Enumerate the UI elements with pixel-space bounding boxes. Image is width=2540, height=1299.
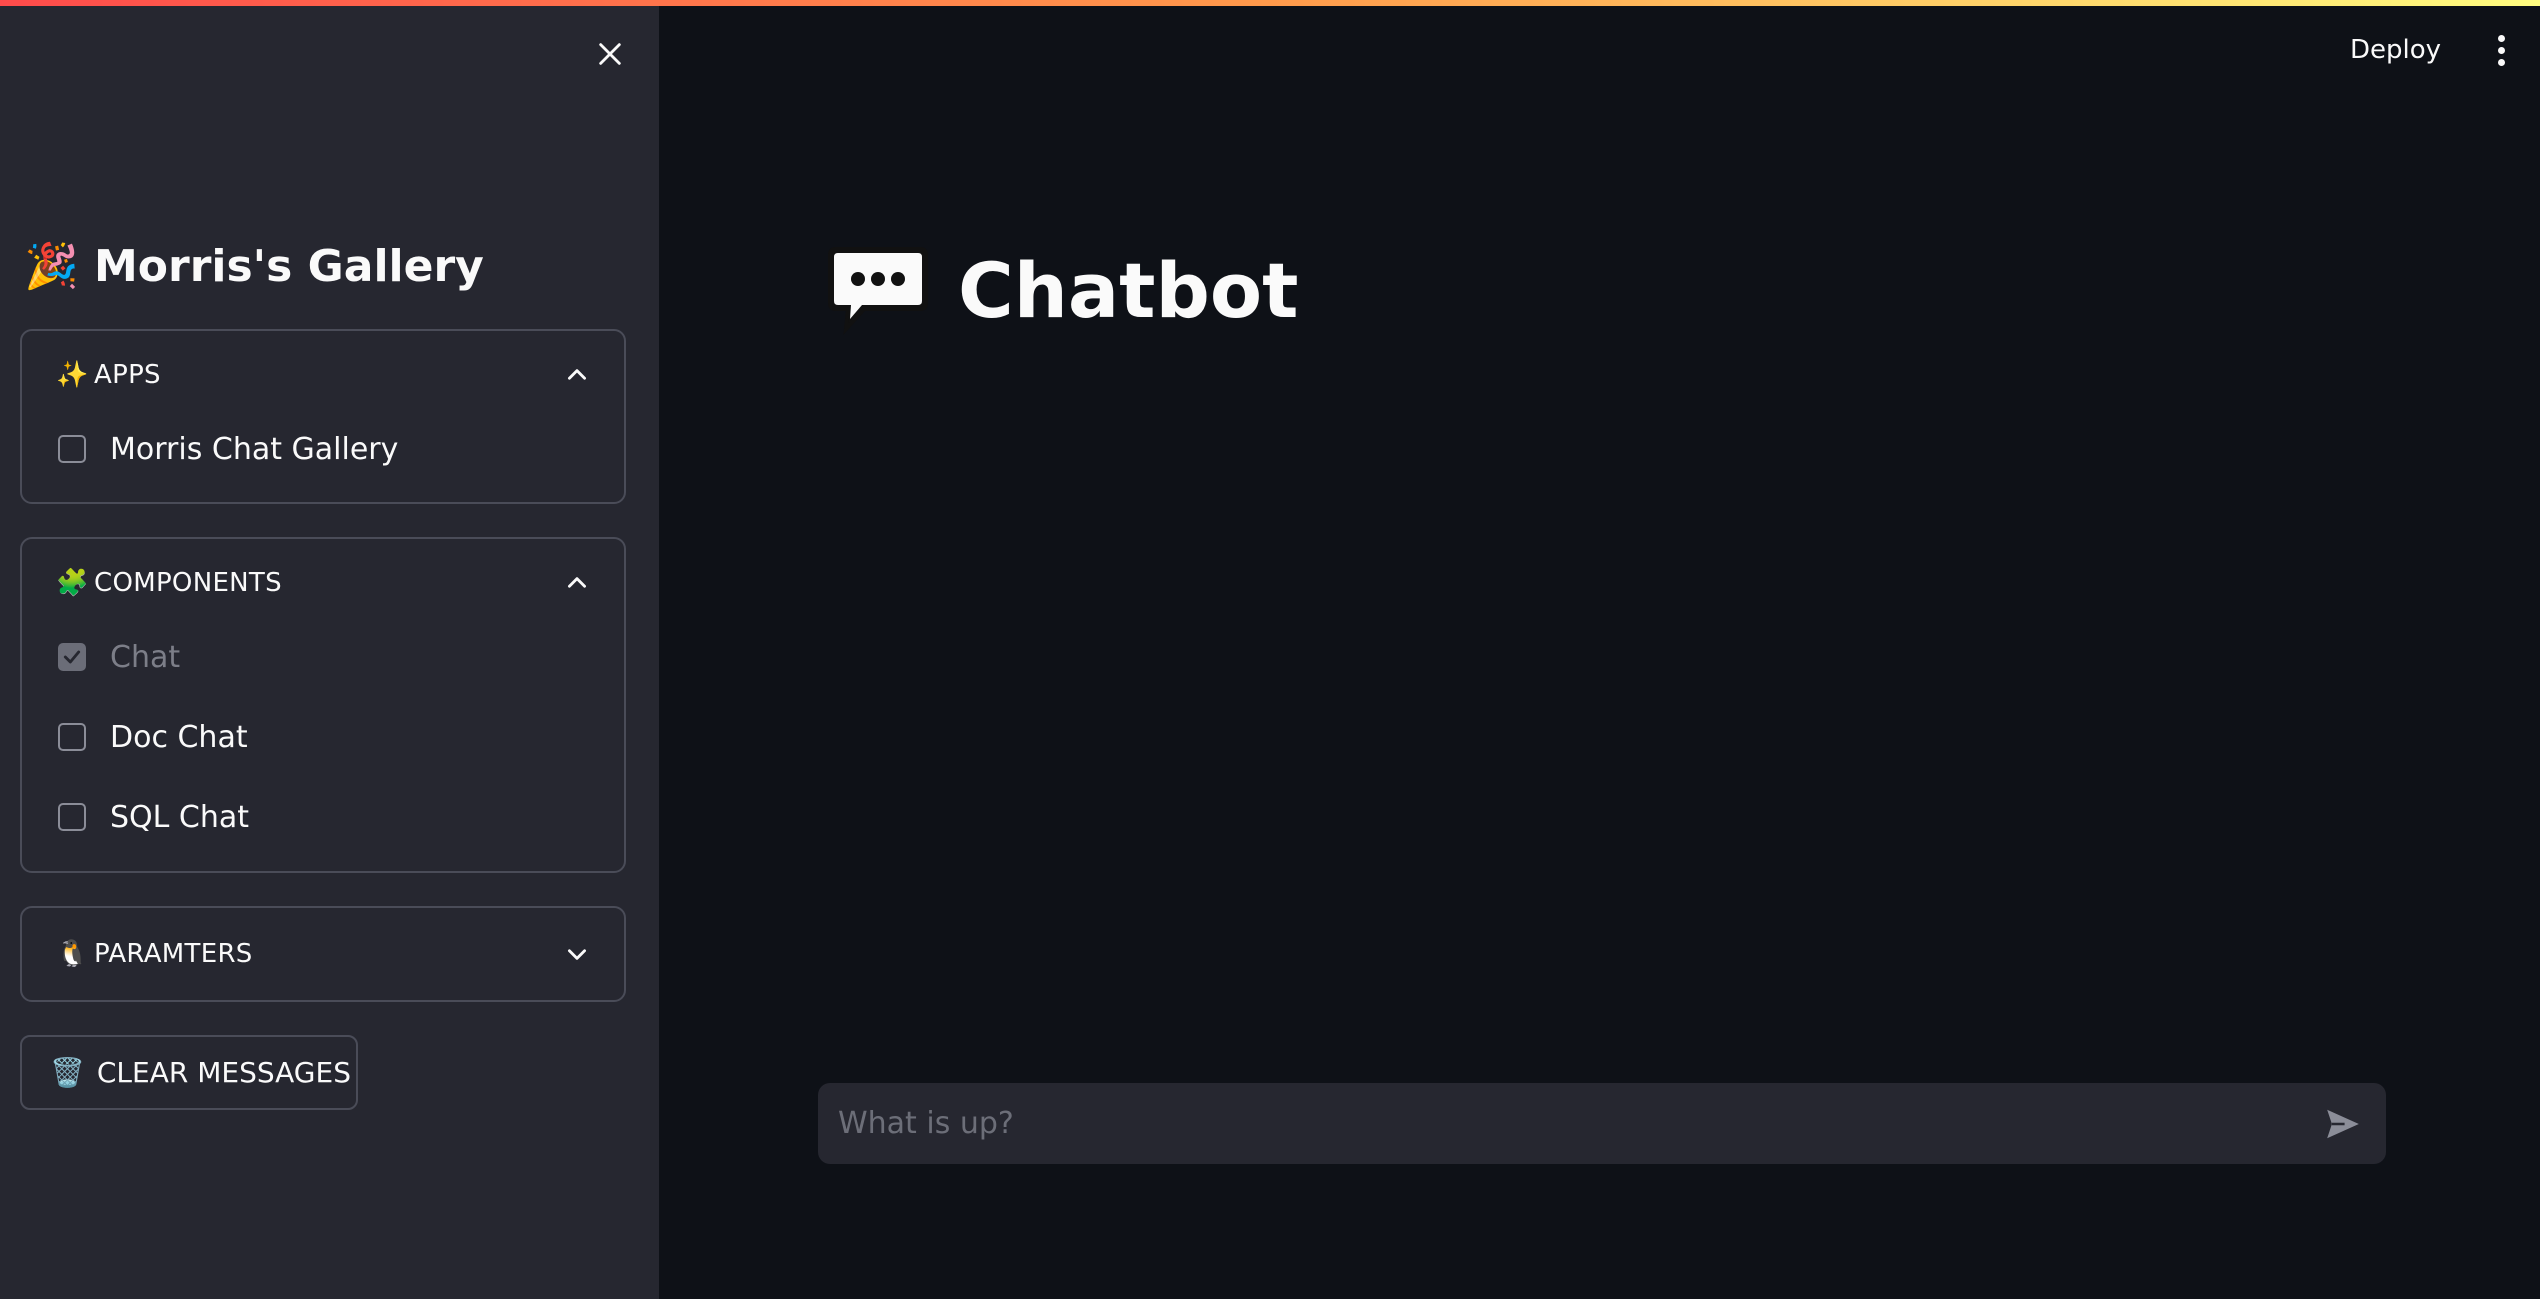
sidebar-title-text: Morris's Gallery (94, 240, 484, 292)
chat-input-bar (818, 1083, 2386, 1164)
chat-input[interactable] (836, 1105, 2318, 1142)
chevron-down-icon (568, 949, 586, 960)
sparkles-icon: ✨ (56, 360, 89, 390)
checkmark-icon (63, 650, 81, 664)
checkbox-label: Morris Chat Gallery (110, 431, 399, 467)
kebab-menu-icon[interactable] (2486, 30, 2516, 70)
penguin-icon: 🐧 (56, 939, 89, 969)
expander-components: 🧩 COMPONENTS Chat Doc Chat SQL Chat (20, 537, 626, 873)
checkbox-doc-chat[interactable]: Doc Chat (58, 715, 248, 759)
checkbox-label: Doc Chat (110, 719, 248, 755)
expander-apps: ✨ APPS Morris Chat Gallery (20, 329, 626, 504)
checkbox-chat: Chat (58, 635, 180, 679)
expander-components-header[interactable]: 🧩 COMPONENTS (56, 563, 590, 603)
page-title-text: Chatbot (958, 245, 1299, 335)
close-sidebar-button[interactable] (590, 34, 630, 74)
checkbox-box[interactable] (58, 435, 86, 463)
chevron-up-icon (568, 577, 586, 588)
clear-messages-button[interactable]: 🗑️ CLEAR MESSAGES (20, 1035, 358, 1110)
speech-bubble-icon (828, 247, 928, 335)
expander-parameters-header[interactable]: 🐧 PARAMTERS (56, 934, 590, 974)
checkbox-sql-chat[interactable]: SQL Chat (58, 795, 249, 839)
checkbox-morris-chat-gallery[interactable]: Morris Chat Gallery (58, 427, 398, 471)
checkbox-box-checked (58, 643, 86, 671)
checkbox-box[interactable] (58, 803, 86, 831)
send-icon (2327, 1109, 2359, 1138)
checkbox-label: SQL Chat (110, 799, 250, 835)
trash-icon: 🗑️ (50, 1056, 85, 1089)
page-title: Chatbot (828, 240, 1298, 340)
sidebar: 🎉 Morris's Gallery ✨ APPS Morris Chat Ga… (0, 0, 659, 1299)
expander-parameters-label: PARAMTERS (94, 939, 253, 969)
send-button[interactable] (2318, 1099, 2368, 1149)
checkbox-label: Chat (110, 639, 181, 675)
clear-messages-label: CLEAR MESSAGES (96, 1056, 351, 1089)
expander-apps-label: APPS (94, 360, 161, 390)
top-decoration-bar (0, 0, 2540, 6)
expander-apps-header[interactable]: ✨ APPS (56, 355, 590, 395)
close-icon (599, 43, 621, 65)
party-popper-icon: 🎉 (24, 241, 79, 292)
deploy-button[interactable]: Deploy (2350, 30, 2441, 70)
sidebar-title: 🎉 Morris's Gallery (24, 236, 484, 296)
expander-parameters: 🐧 PARAMTERS (20, 906, 626, 1002)
expander-components-label: COMPONENTS (94, 568, 282, 598)
checkbox-box[interactable] (58, 723, 86, 751)
puzzle-icon: 🧩 (56, 568, 89, 598)
chevron-up-icon (568, 369, 586, 380)
